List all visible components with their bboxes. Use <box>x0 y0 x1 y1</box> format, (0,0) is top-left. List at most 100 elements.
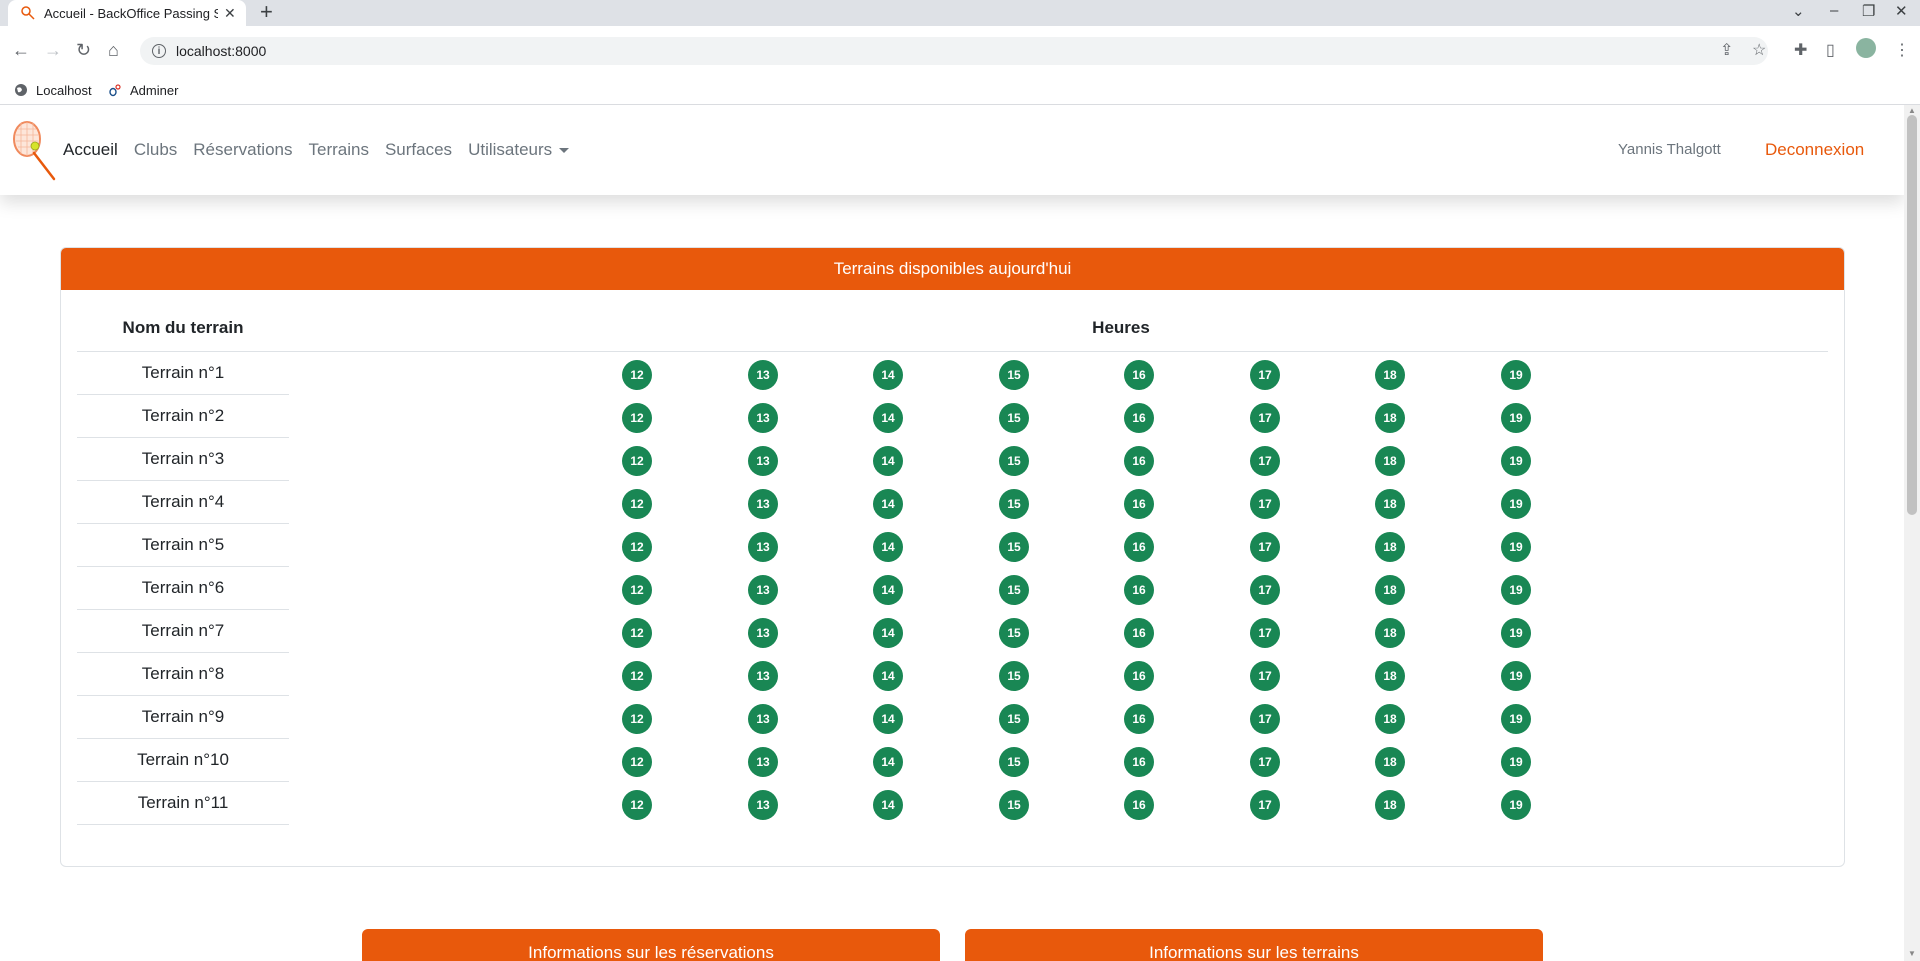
logout-link[interactable]: Deconnexion <box>1765 140 1864 160</box>
hour-slot-badge[interactable]: 16 <box>1124 489 1154 519</box>
hour-slot-badge[interactable]: 17 <box>1250 575 1280 605</box>
hour-slot-badge[interactable]: 12 <box>622 704 652 734</box>
hour-slot-badge[interactable]: 12 <box>622 446 652 476</box>
hour-slot-badge[interactable]: 16 <box>1124 360 1154 390</box>
hour-slot-badge[interactable]: 18 <box>1375 661 1405 691</box>
hour-slot-badge[interactable]: 13 <box>748 575 778 605</box>
hour-slot-badge[interactable]: 17 <box>1250 618 1280 648</box>
hour-slot-badge[interactable]: 17 <box>1250 532 1280 562</box>
hour-slot-badge[interactable]: 12 <box>622 532 652 562</box>
hour-slot-badge[interactable]: 15 <box>999 790 1029 820</box>
reload-icon[interactable]: ↻ <box>76 39 91 61</box>
hour-slot-badge[interactable]: 15 <box>999 360 1029 390</box>
window-close-icon[interactable]: ✕ <box>1895 2 1908 20</box>
hour-slot-badge[interactable]: 12 <box>622 618 652 648</box>
hour-slot-badge[interactable]: 18 <box>1375 532 1405 562</box>
nav-link-terrains[interactable]: Terrains <box>309 140 369 160</box>
nav-link-accueil[interactable]: Accueil <box>63 140 118 160</box>
hour-slot-badge[interactable]: 15 <box>999 403 1029 433</box>
tennis-racket-logo[interactable] <box>10 117 58 181</box>
hour-slot-badge[interactable]: 17 <box>1250 446 1280 476</box>
hour-slot-badge[interactable]: 17 <box>1250 661 1280 691</box>
share-icon[interactable]: ⇪ <box>1720 40 1733 60</box>
hour-slot-badge[interactable]: 19 <box>1501 403 1531 433</box>
hour-slot-badge[interactable]: 19 <box>1501 446 1531 476</box>
hour-slot-badge[interactable]: 14 <box>873 403 903 433</box>
hour-slot-badge[interactable]: 13 <box>748 532 778 562</box>
hour-slot-badge[interactable]: 16 <box>1124 618 1154 648</box>
page-scrollbar[interactable]: ▲ ▼ <box>1904 105 1920 961</box>
hour-slot-badge[interactable]: 19 <box>1501 532 1531 562</box>
hour-slot-badge[interactable]: 15 <box>999 489 1029 519</box>
hour-slot-badge[interactable]: 18 <box>1375 489 1405 519</box>
nav-link-reservations[interactable]: Réservations <box>193 140 292 160</box>
hour-slot-badge[interactable]: 12 <box>622 661 652 691</box>
side-panel-icon[interactable]: ▯ <box>1826 40 1835 60</box>
hour-slot-badge[interactable]: 18 <box>1375 618 1405 648</box>
bookmark-localhost[interactable]: Localhost <box>14 76 92 104</box>
back-arrow-icon[interactable]: ← <box>12 39 30 61</box>
bookmark-star-icon[interactable]: ☆ <box>1752 40 1766 60</box>
hour-slot-badge[interactable]: 13 <box>748 403 778 433</box>
tab-search-chevron-icon[interactable]: ⌄ <box>1792 2 1805 20</box>
hour-slot-badge[interactable]: 19 <box>1501 747 1531 777</box>
hour-slot-badge[interactable]: 13 <box>748 446 778 476</box>
hour-slot-badge[interactable]: 16 <box>1124 403 1154 433</box>
hour-slot-badge[interactable]: 16 <box>1124 790 1154 820</box>
hour-slot-badge[interactable]: 19 <box>1501 618 1531 648</box>
nav-link-surfaces[interactable]: Surfaces <box>385 140 452 160</box>
hour-slot-badge[interactable]: 12 <box>622 403 652 433</box>
hour-slot-badge[interactable]: 17 <box>1250 790 1280 820</box>
hour-slot-badge[interactable]: 19 <box>1501 489 1531 519</box>
hour-slot-badge[interactable]: 12 <box>622 747 652 777</box>
hour-slot-badge[interactable]: 17 <box>1250 489 1280 519</box>
minimize-icon[interactable]: – <box>1830 2 1838 19</box>
hour-slot-badge[interactable]: 16 <box>1124 532 1154 562</box>
hour-slot-badge[interactable]: 18 <box>1375 446 1405 476</box>
site-info-icon[interactable]: i <box>152 44 166 58</box>
hour-slot-badge[interactable]: 12 <box>622 360 652 390</box>
scroll-up-arrow-icon[interactable]: ▲ <box>1908 106 1916 115</box>
hour-slot-badge[interactable]: 15 <box>999 661 1029 691</box>
hour-slot-badge[interactable]: 17 <box>1250 403 1280 433</box>
hour-slot-badge[interactable]: 14 <box>873 532 903 562</box>
hour-slot-badge[interactable]: 18 <box>1375 747 1405 777</box>
hour-slot-badge[interactable]: 18 <box>1375 575 1405 605</box>
hour-slot-badge[interactable]: 13 <box>748 360 778 390</box>
new-tab-icon[interactable]: + <box>260 1 273 23</box>
hour-slot-badge[interactable]: 16 <box>1124 661 1154 691</box>
hour-slot-badge[interactable]: 12 <box>622 790 652 820</box>
hour-slot-badge[interactable]: 14 <box>873 747 903 777</box>
hour-slot-badge[interactable]: 12 <box>622 489 652 519</box>
nav-link-clubs[interactable]: Clubs <box>134 140 177 160</box>
hour-slot-badge[interactable]: 19 <box>1501 790 1531 820</box>
hour-slot-badge[interactable]: 17 <box>1250 747 1280 777</box>
hour-slot-badge[interactable]: 13 <box>748 661 778 691</box>
menu-kebab-icon[interactable]: ⋮ <box>1894 40 1910 60</box>
forward-arrow-icon[interactable]: → <box>44 39 62 61</box>
hour-slot-badge[interactable]: 15 <box>999 704 1029 734</box>
hour-slot-badge[interactable]: 15 <box>999 446 1029 476</box>
hour-slot-badge[interactable]: 15 <box>999 532 1029 562</box>
hour-slot-badge[interactable]: 13 <box>748 704 778 734</box>
scroll-down-arrow-icon[interactable]: ▼ <box>1908 949 1916 958</box>
hour-slot-badge[interactable]: 14 <box>873 618 903 648</box>
address-bar[interactable]: i localhost:8000 <box>140 37 1768 65</box>
hour-slot-badge[interactable]: 15 <box>999 618 1029 648</box>
extensions-icon[interactable]: ✚ <box>1794 40 1807 60</box>
hour-slot-badge[interactable]: 13 <box>748 489 778 519</box>
hour-slot-badge[interactable]: 15 <box>999 575 1029 605</box>
hour-slot-badge[interactable]: 13 <box>748 747 778 777</box>
bookmark-adminer[interactable]: Adminer <box>108 76 178 104</box>
hour-slot-badge[interactable]: 14 <box>873 446 903 476</box>
restore-icon[interactable]: ❐ <box>1862 2 1875 20</box>
hour-slot-badge[interactable]: 16 <box>1124 704 1154 734</box>
hour-slot-badge[interactable]: 17 <box>1250 704 1280 734</box>
hour-slot-badge[interactable]: 14 <box>873 790 903 820</box>
hour-slot-badge[interactable]: 12 <box>622 575 652 605</box>
hour-slot-badge[interactable]: 18 <box>1375 704 1405 734</box>
hour-slot-badge[interactable]: 14 <box>873 489 903 519</box>
hour-slot-badge[interactable]: 14 <box>873 360 903 390</box>
tab-close-icon[interactable]: ✕ <box>224 5 236 22</box>
hour-slot-badge[interactable]: 15 <box>999 747 1029 777</box>
